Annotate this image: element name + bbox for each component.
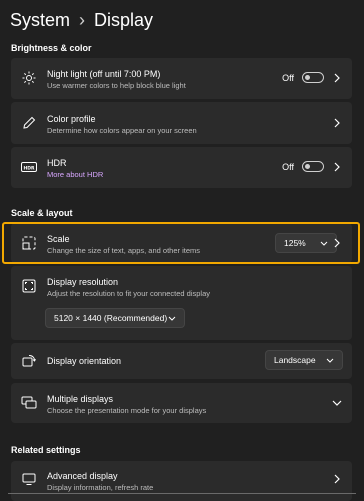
page-title: Display (94, 9, 154, 30)
section-scale-layout: Scale & layout (11, 208, 73, 218)
svg-text:HDR: HDR (24, 165, 36, 171)
resolution-subtitle: Adjust the resolution to fit your connec… (47, 289, 211, 298)
color-profile-card[interactable]: Color profile Determine how colors appea… (11, 102, 352, 144)
scale-title: Scale (47, 234, 70, 244)
resolution-icon (21, 278, 37, 294)
resolution-text: Display resolution Adjust the resolution… (47, 277, 210, 298)
night-light-subtitle: Use warmer colors to help block blue lig… (47, 81, 186, 90)
chevron-down-icon (168, 313, 176, 323)
scale-value: 125% (284, 238, 306, 248)
multiple-displays-title: Multiple displays (47, 394, 114, 404)
advanced-display-subtitle: Display information, refresh rate (47, 483, 154, 492)
orientation-value: Landscape (274, 355, 316, 365)
chevron-down-icon (326, 355, 334, 365)
multiple-displays-subtitle: Choose the presentation mode for your di… (47, 406, 207, 415)
resolution-title: Display resolution (47, 277, 119, 287)
hdr-toggle-group: Off (282, 161, 324, 172)
pen-icon (21, 115, 37, 131)
chevron-down-icon[interactable] (332, 398, 342, 408)
hdr-text: HDR More about HDR (47, 158, 103, 179)
scale-card[interactable]: Scale Change the size of text, apps, and… (11, 223, 352, 263)
multiple-displays-icon (21, 395, 37, 411)
chevron-right-icon[interactable] (332, 474, 342, 484)
advanced-display-title: Advanced display (47, 471, 118, 481)
section-brightness-color: Brightness & color (11, 43, 92, 53)
color-profile-subtitle: Determine how colors appear on your scre… (47, 126, 197, 135)
hdr-card[interactable]: HDR HDR More about HDR Off (11, 147, 352, 188)
breadcrumb: System › Display (10, 8, 153, 32)
scale-text: Scale Change the size of text, apps, and… (47, 234, 200, 255)
night-light-toggle[interactable] (302, 72, 324, 83)
night-light-text: Night light (off until 7:00 PM) Use warm… (47, 69, 186, 90)
orientation-text: Display orientation (47, 356, 121, 366)
chevron-right-icon[interactable] (332, 162, 342, 172)
hdr-icon: HDR (21, 159, 37, 175)
scale-subtitle: Change the size of text, apps, and other… (47, 246, 201, 255)
scale-icon (21, 235, 37, 251)
night-light-state: Off (282, 72, 294, 83)
night-light-toggle-group: Off (282, 72, 324, 83)
advanced-display-text: Advanced display Display information, re… (47, 471, 153, 492)
display-resolution-card: Display resolution Adjust the resolution… (11, 266, 352, 340)
hdr-more-link[interactable]: More about HDR (47, 170, 103, 179)
breadcrumb-system[interactable]: System (10, 10, 70, 31)
night-light-title: Night light (off until 7:00 PM) (47, 69, 161, 79)
orientation-icon (21, 353, 37, 369)
orientation-dropdown[interactable]: Landscape (265, 350, 343, 370)
advanced-display-card[interactable]: Advanced display Display information, re… (11, 461, 352, 501)
monitor-icon (21, 471, 37, 487)
scale-dropdown[interactable]: 125% (275, 233, 337, 253)
orientation-title: Display orientation (47, 356, 122, 366)
breadcrumb-separator: › (79, 9, 86, 30)
bottom-divider (8, 493, 356, 494)
multiple-displays-card[interactable]: Multiple displays Choose the presentatio… (11, 383, 352, 423)
chevron-down-icon (320, 238, 328, 248)
color-profile-title: Color profile (47, 114, 96, 124)
color-profile-text: Color profile Determine how colors appea… (47, 114, 197, 135)
section-related-settings: Related settings (11, 445, 81, 455)
multiple-displays-text: Multiple displays Choose the presentatio… (47, 394, 206, 415)
sun-icon (21, 70, 37, 86)
chevron-right-icon[interactable] (332, 73, 342, 83)
hdr-state: Off (282, 161, 294, 172)
hdr-toggle[interactable] (302, 161, 324, 172)
chevron-right-icon[interactable] (332, 238, 342, 248)
chevron-right-icon[interactable] (332, 118, 342, 128)
night-light-card[interactable]: Night light (off until 7:00 PM) Use warm… (11, 58, 352, 99)
resolution-dropdown[interactable]: 5120 × 1440 (Recommended) (45, 308, 185, 328)
hdr-title: HDR (47, 158, 67, 168)
display-orientation-card: Display orientation Landscape (11, 343, 352, 379)
resolution-value: 5120 × 1440 (Recommended) (54, 313, 168, 323)
